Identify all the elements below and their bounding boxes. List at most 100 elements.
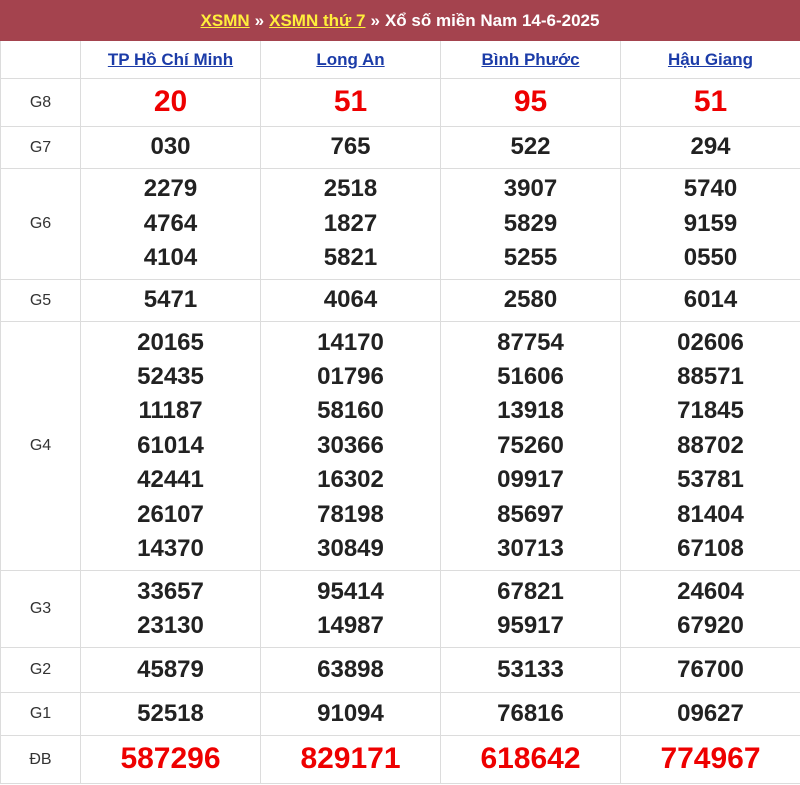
prize-number: 02606 <box>677 328 744 356</box>
prize-cell: 33657 23130 <box>80 570 261 648</box>
prize-cell: 5471 <box>80 279 261 322</box>
prize-cell: 2279 4764 4104 <box>80 168 261 280</box>
prize-number: 5829 <box>503 209 558 237</box>
prize-row: ĐB 587296 829171 618642 774967 <box>0 735 800 784</box>
prize-number: 51 <box>333 85 368 119</box>
prize-number: 58160 <box>317 397 384 425</box>
prize-number: 09627 <box>677 699 744 727</box>
prize-cell: 51 <box>260 78 441 127</box>
prize-cell: 67821 95917 <box>440 570 621 648</box>
prize-number: 33657 <box>137 577 204 605</box>
prize-number: 67821 <box>497 577 564 605</box>
prize-label: G3 <box>0 570 81 648</box>
prize-number: 61014 <box>137 431 204 459</box>
prize-number: 01796 <box>317 362 384 390</box>
prize-number: 20165 <box>137 328 204 356</box>
province-header: Bình Phước <box>440 41 621 79</box>
prize-number: 774967 <box>660 742 761 776</box>
prize-number: 294 <box>690 133 731 161</box>
prize-number: 11187 <box>138 397 203 425</box>
prize-cell: 02606 88571 71845 88702 53781 81404 67108 <box>620 321 800 571</box>
prize-cell: 294 <box>620 126 800 169</box>
prize-number: 0550 <box>683 244 738 272</box>
prize-number: 95 <box>513 85 548 119</box>
prize-cell: 52518 <box>80 692 261 736</box>
prize-number: 71845 <box>677 397 744 425</box>
prize-cell: 20165 52435 11187 61014 42441 26107 14370 <box>80 321 261 571</box>
prize-number: 2580 <box>503 286 558 314</box>
prize-number: 45879 <box>137 655 204 683</box>
prize-number: 51606 <box>497 362 564 390</box>
prize-number: 95414 <box>317 577 384 605</box>
prize-cell: 24604 67920 <box>620 570 800 648</box>
prize-number: 88571 <box>677 362 744 390</box>
prize-number: 78198 <box>317 500 384 528</box>
prize-label: G4 <box>0 321 81 571</box>
prize-row: G7 030 765 522 294 <box>0 126 800 169</box>
prize-number: 3907 <box>503 175 558 203</box>
province-header: Hậu Giang <box>620 41 800 79</box>
prize-label: G5 <box>0 279 81 322</box>
prize-number: 9159 <box>683 209 738 237</box>
province-link[interactable]: Long An <box>316 50 384 69</box>
prize-cell: 14170 01796 58160 30366 16302 78198 30849 <box>260 321 441 571</box>
province-link[interactable]: Bình Phước <box>481 50 579 69</box>
prize-cell: 95414 14987 <box>260 570 441 648</box>
prize-label: G2 <box>0 647 81 693</box>
prize-cell: 91094 <box>260 692 441 736</box>
prize-number: 4064 <box>323 286 378 314</box>
prize-label: G6 <box>0 168 81 280</box>
prize-number: 53133 <box>497 655 564 683</box>
prize-cell: 63898 <box>260 647 441 693</box>
prize-number: 30849 <box>317 535 384 563</box>
prize-number: 14170 <box>317 328 384 356</box>
province-header: TP Hồ Chí Minh <box>80 41 261 79</box>
prize-number: 5255 <box>503 244 558 272</box>
xsmn-thu7-link[interactable]: XSMN thứ 7 <box>269 11 365 31</box>
prize-cell: 2518 1827 5821 <box>260 168 441 280</box>
prize-cell: 51 <box>620 78 800 127</box>
prize-number: 30713 <box>497 535 564 563</box>
prize-number: 829171 <box>300 742 401 776</box>
prize-label: G8 <box>0 78 81 127</box>
prize-cell: 76816 <box>440 692 621 736</box>
breadcrumb-header: XSMN » XSMN thứ 7 » Xổ số miền Nam 14-6-… <box>0 0 800 41</box>
breadcrumb-separator: » <box>254 10 265 30</box>
prize-row: G5 5471 4064 2580 6014 <box>0 279 800 322</box>
prize-number: 14370 <box>137 535 204 563</box>
prize-cell: 45879 <box>80 647 261 693</box>
prize-number: 20 <box>153 85 188 119</box>
province-header: Long An <box>260 41 441 79</box>
prize-number: 030 <box>150 133 191 161</box>
prize-number: 4764 <box>143 209 198 237</box>
prize-number: 53781 <box>677 466 744 494</box>
prize-number: 13918 <box>497 397 564 425</box>
prize-row: G4 20165 52435 11187 61014 42441 26107 14370 141… <box>0 321 800 571</box>
province-link[interactable]: TP Hồ Chí Minh <box>108 50 233 69</box>
corner-cell <box>0 41 81 79</box>
prize-cell: 4064 <box>260 279 441 322</box>
prize-cell: 5740 9159 0550 <box>620 168 800 280</box>
prize-number: 52435 <box>137 362 204 390</box>
province-header-row: TP Hồ Chí Minh Long An Bình Phước Hậu Gi… <box>0 41 800 79</box>
results-table: TP Hồ Chí Minh Long An Bình Phước Hậu Gi… <box>0 41 800 784</box>
prize-number: 42441 <box>137 466 204 494</box>
xsmn-link[interactable]: XSMN <box>201 11 250 31</box>
prize-cell: 829171 <box>260 735 441 784</box>
prize-number: 76816 <box>497 699 564 727</box>
prize-number: 23130 <box>137 612 204 639</box>
prize-cell: 618642 <box>440 735 621 784</box>
prize-number: 5471 <box>143 286 198 314</box>
prize-number: 63898 <box>317 655 384 683</box>
prize-number: 5821 <box>323 244 378 272</box>
prize-cell: 09627 <box>620 692 800 736</box>
prize-number: 618642 <box>480 742 581 776</box>
prize-number: 95917 <box>497 612 564 639</box>
prize-row: G2 45879 63898 53133 76700 <box>0 647 800 693</box>
prize-number: 2518 <box>323 175 378 203</box>
prize-number: 09917 <box>497 466 564 494</box>
prize-number: 75260 <box>497 431 564 459</box>
prize-number: 91094 <box>317 699 384 727</box>
province-link[interactable]: Hậu Giang <box>668 50 753 69</box>
prize-number: 51 <box>693 85 728 119</box>
